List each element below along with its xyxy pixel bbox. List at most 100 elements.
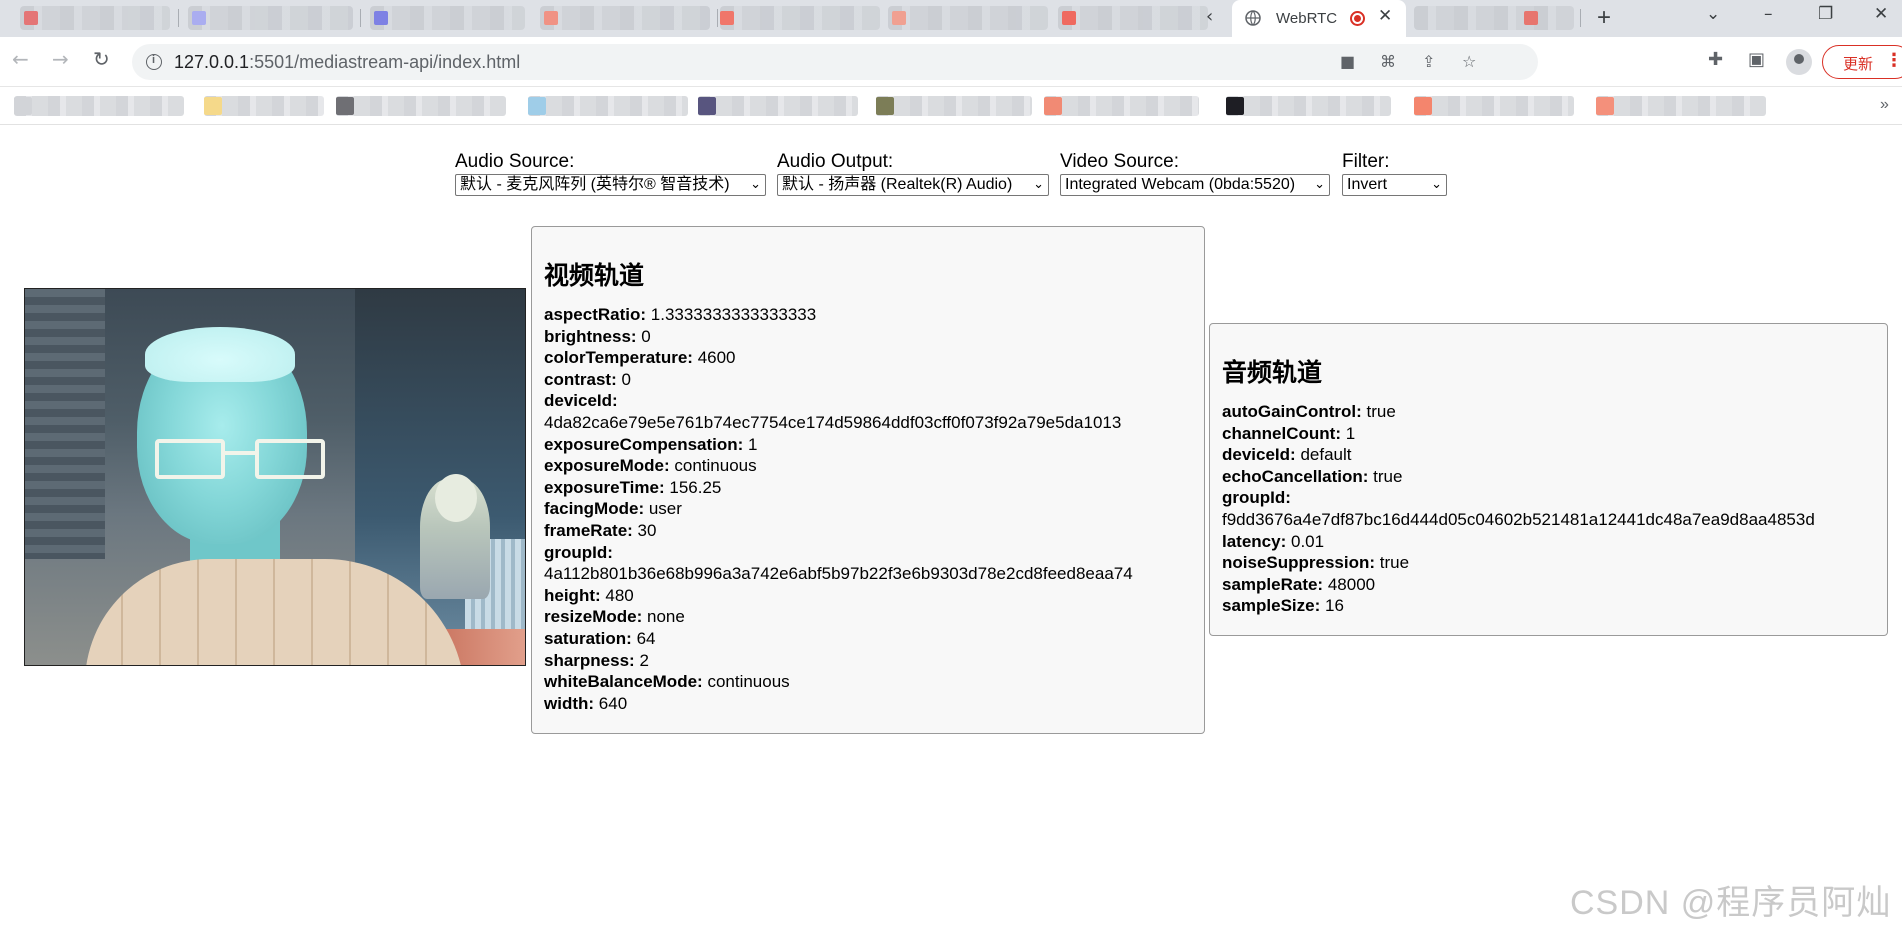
tab-blurred[interactable] <box>188 6 353 30</box>
forward-arrow-icon[interactable]: → <box>52 47 69 71</box>
property-value: 16 <box>1325 596 1344 616</box>
property-key: exposureMode: <box>544 456 670 476</box>
window-close-icon[interactable]: ✕ <box>1874 4 1888 24</box>
property-key: groupId: <box>544 542 613 562</box>
bookmark-item[interactable] <box>14 96 184 116</box>
property-value: none <box>646 607 685 627</box>
property-value: 2 <box>639 650 649 670</box>
property-key: deviceId: <box>1222 445 1296 465</box>
tab-strip: ‹ WebRTC ✕ + ⌄ – ❐ ✕ <box>0 0 1902 37</box>
tab-blurred[interactable] <box>1414 6 1574 30</box>
video-source-select[interactable]: Integrated Webcam (0bda:5520) ⌄ <box>1060 174 1330 196</box>
tab-close-icon[interactable]: ✕ <box>1378 6 1392 26</box>
video-source-value: Integrated Webcam (0bda:5520) <box>1065 176 1296 193</box>
address-bar[interactable]: 127.0.0.1:5501/mediastream-api/index.htm… <box>132 44 1538 80</box>
property-value: 156.25 <box>669 477 722 497</box>
property-value: true <box>1373 466 1403 486</box>
property-key: resizeMode: <box>544 607 643 627</box>
filter-label: Filter: <box>1342 151 1390 172</box>
reload-icon[interactable]: ↻ <box>93 47 110 71</box>
property-key: height: <box>544 585 601 605</box>
chevron-down-icon: ⌄ <box>1431 177 1442 192</box>
tab-scroll-left-icon[interactable]: ‹ <box>1206 6 1213 27</box>
recording-indicator-icon <box>1350 11 1365 26</box>
property-key: frameRate: <box>544 520 633 540</box>
bookmark-item[interactable] <box>876 96 1032 116</box>
share-icon[interactable]: ⇪ <box>1422 52 1435 71</box>
property-row: width: 640 <box>544 693 1192 715</box>
back-arrow-icon[interactable]: ← <box>12 47 29 71</box>
minimize-icon[interactable]: – <box>1764 4 1773 24</box>
property-key: facingMode: <box>544 499 645 519</box>
property-row: groupId: 4a112b801b36e68b996a3a742e6abf5b… <box>544 542 1192 585</box>
property-value: 0 <box>641 326 651 346</box>
property-value: continuous <box>674 456 757 476</box>
sidepanel-icon[interactable]: ▣ <box>1748 49 1765 70</box>
audio-output-value: 默认 - 扬声器 (Realtek(R) Audio) <box>782 176 1013 193</box>
update-button[interactable]: 更新 ⋮ <box>1822 45 1902 79</box>
tab-blurred[interactable] <box>20 6 170 30</box>
url-text[interactable]: 127.0.0.1:5501/mediastream-api/index.htm… <box>174 52 520 73</box>
new-tab-button[interactable]: + <box>1597 4 1611 32</box>
property-row: height: 480 <box>544 585 1192 607</box>
filter-control: Filter: Invert ⌄ <box>1342 151 1447 196</box>
property-key: channelCount: <box>1222 423 1341 443</box>
bookmarks-overflow-icon[interactable]: » <box>1880 96 1889 114</box>
profile-icon[interactable] <box>1786 49 1812 75</box>
tab-blurred[interactable] <box>1058 6 1208 30</box>
bookmark-item[interactable] <box>528 96 688 116</box>
property-row: latency: 0.01 <box>1222 531 1875 553</box>
property-value: 0.01 <box>1290 531 1325 551</box>
bookmark-item[interactable] <box>336 96 506 116</box>
property-value: 1 <box>1345 423 1356 443</box>
property-key: groupId: <box>1222 488 1291 508</box>
property-row: facingMode: user <box>544 498 1192 520</box>
menu-dots-icon[interactable]: ⋮ <box>1885 50 1902 71</box>
translate-icon[interactable]: ⌘ <box>1380 52 1396 71</box>
property-value: true <box>1379 553 1410 573</box>
chevron-down-icon: ⌄ <box>1033 177 1044 192</box>
property-value: 4da82ca6e79e5e761b74ec7754ce174d59864ddf… <box>544 412 1122 432</box>
property-row: autoGainControl: true <box>1222 401 1875 423</box>
property-key: echoCancellation: <box>1222 466 1369 486</box>
property-value: 4600 <box>697 348 736 368</box>
property-value: continuous <box>707 672 790 692</box>
bookmark-item[interactable] <box>1226 96 1391 116</box>
tab-search-icon[interactable]: ⌄ <box>1706 4 1720 24</box>
filter-select[interactable]: Invert ⌄ <box>1342 174 1447 196</box>
tab-blurred[interactable] <box>720 6 880 30</box>
property-row: sampleRate: 48000 <box>1222 574 1875 596</box>
tab-separator <box>360 9 361 27</box>
webcam-video[interactable] <box>24 288 526 666</box>
video-source-control: Video Source: Integrated Webcam (0bda:55… <box>1060 151 1330 196</box>
bookmark-item[interactable] <box>1044 96 1199 116</box>
restore-icon[interactable]: ❐ <box>1818 4 1833 24</box>
bookmark-item[interactable] <box>1596 96 1766 116</box>
audio-track-panel: 音频轨道 autoGainControl: true channelCount: … <box>1209 323 1888 636</box>
camera-icon[interactable]: ■ <box>1340 52 1355 71</box>
audio-source-select[interactable]: 默认 - 麦克风阵列 (英特尔® 智音技术) ⌄ <box>455 174 766 196</box>
audio-output-select[interactable]: 默认 - 扬声器 (Realtek(R) Audio) ⌄ <box>777 174 1049 196</box>
tab-blurred[interactable] <box>540 6 710 30</box>
property-key: sampleSize: <box>1222 596 1321 616</box>
tab-blurred[interactable] <box>888 6 1048 30</box>
property-key: whiteBalanceMode: <box>544 672 703 692</box>
property-value: 0 <box>621 369 631 389</box>
site-info-icon[interactable] <box>146 54 162 70</box>
property-row: echoCancellation: true <box>1222 466 1875 488</box>
property-row: resizeMode: none <box>544 606 1192 628</box>
property-key: autoGainControl: <box>1222 402 1362 421</box>
audio-source-value: 默认 - 麦克风阵列 (英特尔® 智音技术) <box>460 176 730 193</box>
bookmark-item[interactable] <box>698 96 858 116</box>
watermark: CSDN @程序员阿灿 <box>1570 884 1892 922</box>
extensions-icon[interactable]: ✚ <box>1708 49 1723 70</box>
property-value: 480 <box>605 585 634 605</box>
video-source-label: Video Source: <box>1060 151 1180 172</box>
tab-active[interactable]: WebRTC ✕ <box>1232 0 1406 37</box>
tab-blurred[interactable] <box>370 6 525 30</box>
bookmark-item[interactable] <box>1414 96 1574 116</box>
property-row: sampleSize: 16 <box>1222 595 1875 617</box>
globe-icon <box>1245 10 1261 26</box>
star-icon[interactable]: ☆ <box>1462 52 1476 71</box>
bookmark-item[interactable] <box>204 96 324 116</box>
